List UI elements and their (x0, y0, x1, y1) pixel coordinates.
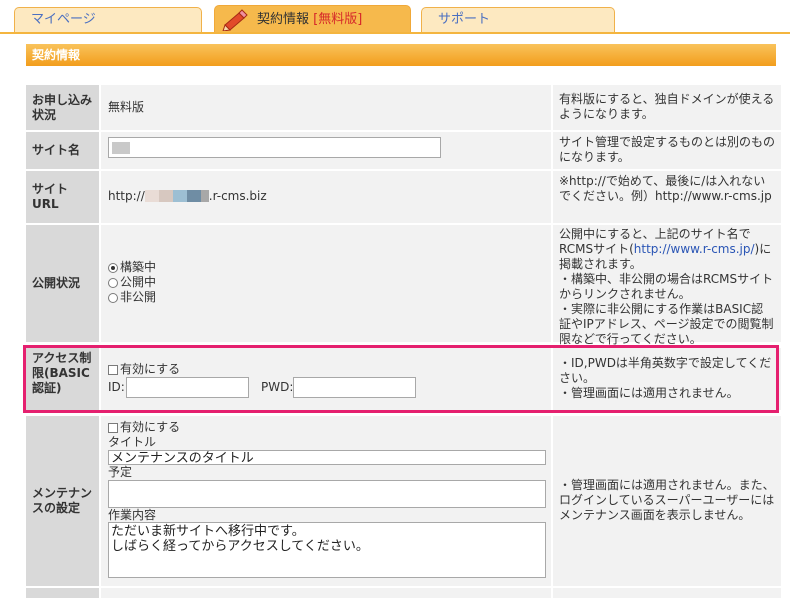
publish-help-note2: ・実際に非公開にする作業はBASIC認証やIPアドレス、ページ設定での閲覧制限な… (559, 302, 774, 346)
tab-bar: マイページ 契約情報 [無料版] サポート (0, 0, 808, 34)
status-value: 無料版 (108, 100, 145, 114)
publish-label: 公開状況 (26, 225, 99, 342)
access-help2: ・管理画面には適用されません。 (559, 386, 739, 400)
rcms-link[interactable]: http://www.r-cms.jp/ (634, 242, 755, 256)
access-enable-label: 有効にする (120, 362, 181, 376)
site-url-prefix: http:// (108, 189, 145, 203)
access-cell: 有効にする ID: PWD: (101, 348, 551, 410)
radio-button[interactable] (108, 262, 118, 273)
maintenance-schedule-textarea[interactable] (108, 480, 546, 508)
tab-underline (0, 32, 790, 34)
id-label: ID: (108, 380, 125, 394)
maintenance-content-textarea[interactable] (108, 522, 546, 578)
maintenance-help: ・管理画面には適用されません。また、ログインしているスーパーユーザーにはメンテナ… (553, 416, 781, 586)
masked-url-part (172, 190, 187, 202)
checkbox[interactable] (108, 422, 118, 433)
row-site-url: サイトURL http:// .r-cms.biz ※http://で始めて、最… (26, 171, 781, 223)
pwd-label: PWD: (261, 380, 294, 394)
radio-building-label: 構築中 (120, 260, 157, 274)
status-help: 有料版にすると、独自ドメインが使えるようになります。 (553, 85, 781, 130)
tab-mypage[interactable]: マイページ (14, 7, 202, 32)
maintenance-cell: 有効にする タイトル 予定 作業内容 (101, 416, 551, 586)
access-help1: ・ID,PWDは半角英数字で設定してください。 (559, 356, 772, 385)
status-label: お申し込み状況 (26, 85, 99, 130)
tab-support-label: サポート (438, 12, 491, 27)
publish-cell: 構築中 公開中 非公開 (101, 225, 551, 342)
maintenance-enable-label: 有効にする (120, 420, 181, 434)
radio-private-label: 非公開 (120, 290, 157, 304)
tab-support[interactable]: サポート (421, 7, 615, 32)
radio-building[interactable]: 構築中 (108, 260, 156, 275)
row-publish: 公開状況 構築中 公開中 非公開 公開中にすると、上記のサイト名でRCMSサイト… (26, 225, 781, 346)
next-label-cell (26, 588, 99, 598)
pencil-icon (222, 9, 248, 31)
row-status: お申し込み状況 無料版 有料版にすると、独自ドメインが使えるようになります。 (26, 85, 781, 130)
site-name-label: サイト名 (26, 132, 99, 169)
status-input-cell: 無料版 (101, 85, 551, 130)
site-name-input[interactable] (108, 137, 441, 158)
radio-button[interactable] (108, 277, 118, 288)
maintenance-title-label: タイトル (108, 435, 157, 449)
site-url-value: http:// .r-cms.biz (108, 189, 267, 203)
row-access-restriction: アクセス制限(BASIC認証) 有効にする ID: PWD: ・ID,PWDは半… (26, 348, 781, 410)
maintenance-content-label: 作業内容 (108, 508, 157, 522)
access-help: ・ID,PWDは半角英数字で設定してください。 ・管理画面には適用されません。 (553, 348, 781, 410)
access-label: アクセス制限(BASIC認証) (26, 348, 99, 410)
tab-mypage-label: マイページ (31, 12, 96, 27)
next-input-cell (101, 588, 551, 598)
row-site-name: サイト名 サイト管理で設定するものとは別のものになります。 (26, 132, 781, 169)
radio-public[interactable]: 公開中 (108, 275, 156, 290)
site-url-cell: http:// .r-cms.biz (101, 171, 551, 223)
access-enable-checkbox[interactable]: 有効にする (108, 362, 180, 377)
maintenance-schedule-label: 予定 (108, 465, 133, 479)
maintenance-label: メンテナンスの設定 (26, 416, 99, 586)
maintenance-enable-checkbox[interactable]: 有効にする (108, 420, 180, 435)
radio-private[interactable]: 非公開 (108, 290, 156, 305)
masked-site-name (112, 142, 130, 154)
row-next (26, 588, 781, 598)
tab-contract-free-badge: [無料版] (313, 12, 363, 27)
site-url-help: ※http://で始めて、最後に/は入れないでください。例）http://www… (553, 171, 781, 223)
checkbox[interactable] (108, 364, 118, 375)
site-name-input-cell (101, 132, 551, 169)
tab-contract[interactable]: 契約情報 [無料版] (214, 5, 411, 33)
pwd-input[interactable] (293, 377, 416, 398)
site-url-label: サイトURL (26, 171, 99, 223)
section-title: 契約情報 (26, 44, 776, 66)
masked-url-part (186, 190, 201, 202)
masked-url-part (200, 190, 209, 202)
radio-public-label: 公開中 (120, 275, 157, 289)
maintenance-title-textarea[interactable] (108, 450, 546, 465)
id-input[interactable] (126, 377, 249, 398)
publish-help-note1: ・構築中、非公開の場合はRCMSサイトからリンクされません。 (559, 272, 774, 301)
publish-help: 公開中にすると、上記のサイト名でRCMSサイト(http://www.r-cms… (553, 225, 781, 346)
masked-url-part (158, 190, 173, 202)
site-name-help: サイト管理で設定するものとは別のものになります。 (553, 132, 781, 169)
site-url-suffix: .r-cms.biz (208, 189, 267, 203)
row-maintenance: メンテナンスの設定 有効にする タイトル 予定 作業内容 ・管理画面には適用され… (26, 416, 781, 586)
next-help-cell (553, 588, 781, 598)
masked-url-part (144, 190, 159, 202)
radio-button[interactable] (108, 292, 118, 303)
